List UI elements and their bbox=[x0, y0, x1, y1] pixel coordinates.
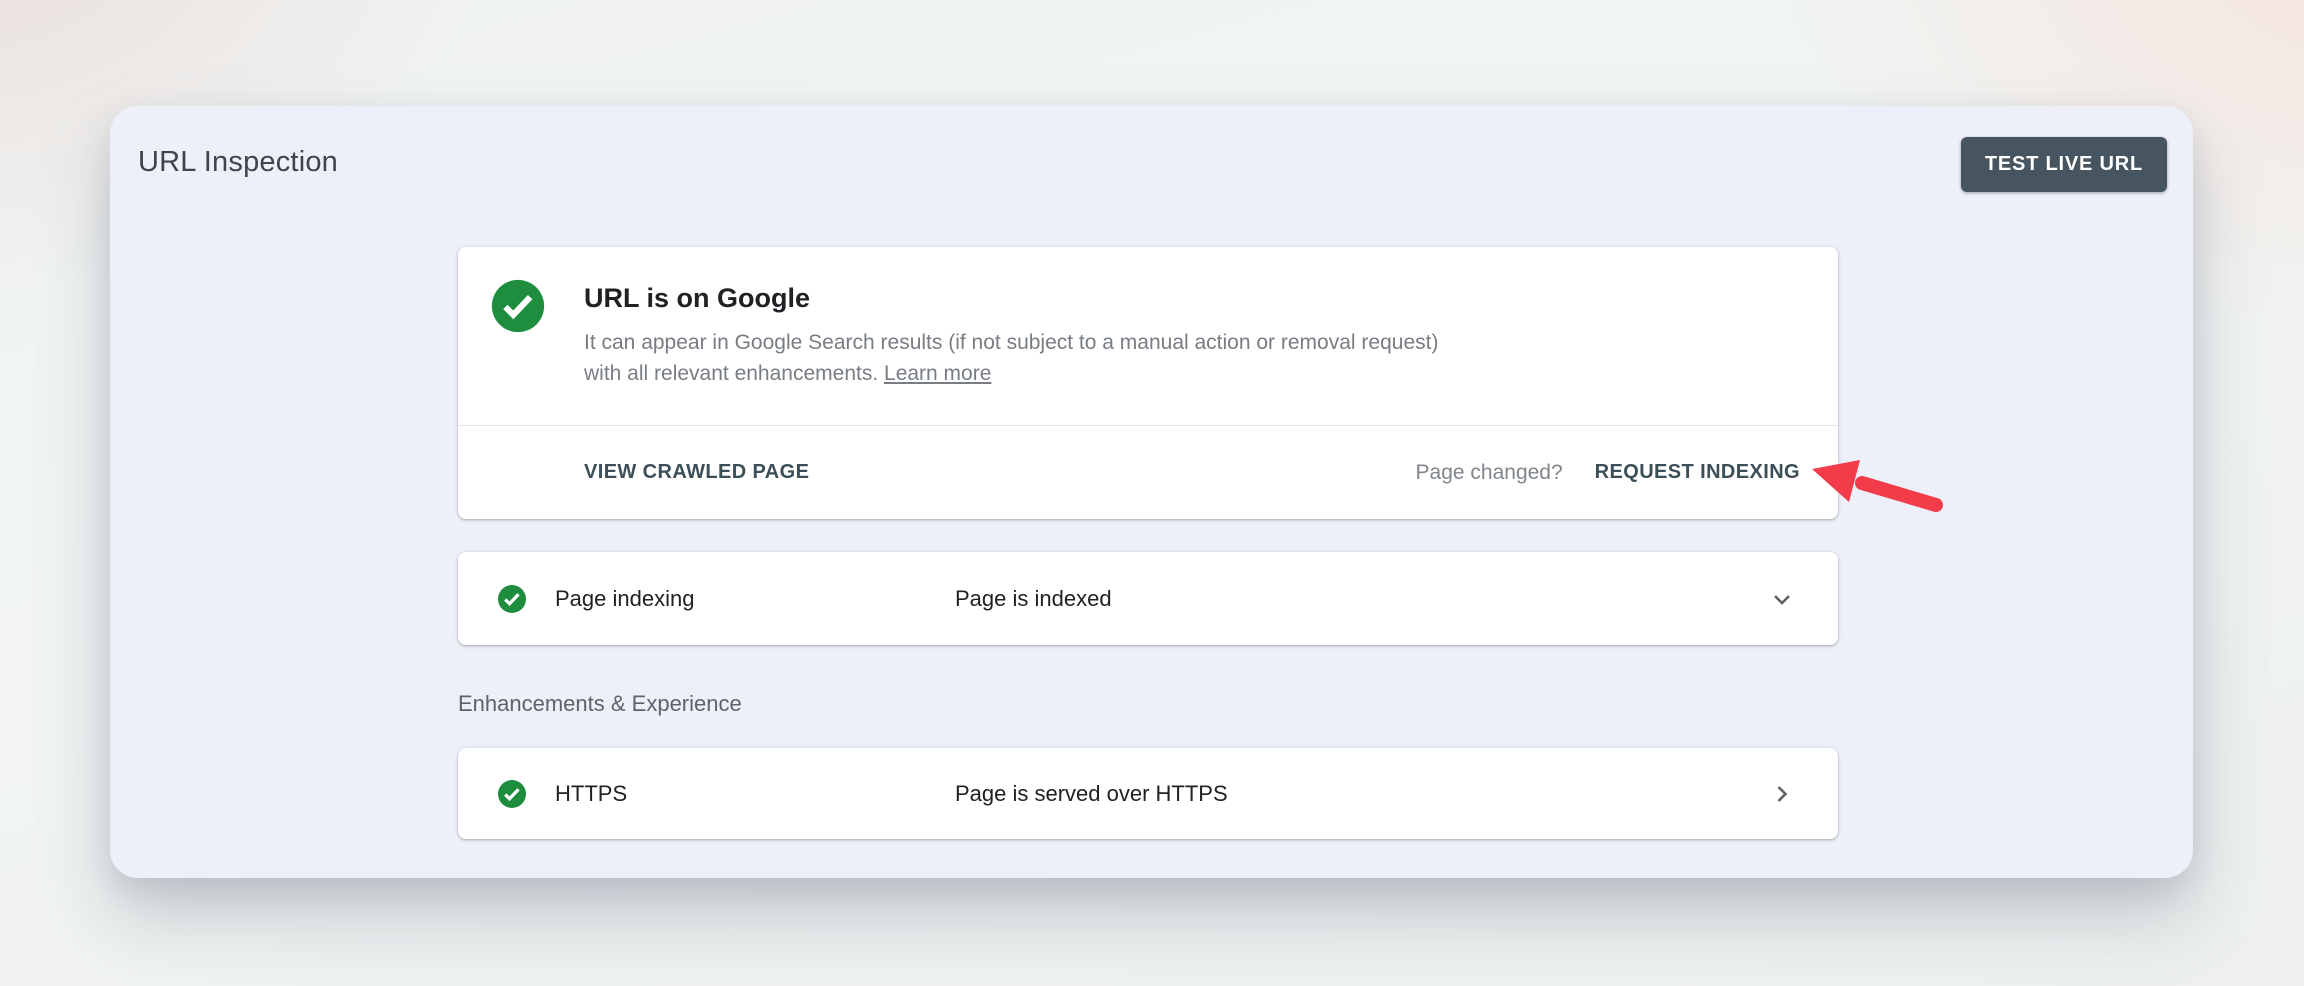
verdict-text: URL is on Google It can appear in Google… bbox=[584, 278, 1444, 425]
check-circle-icon bbox=[490, 278, 546, 334]
https-status: Page is served over HTTPS bbox=[955, 781, 1768, 807]
page-indexing-status: Page is indexed bbox=[955, 586, 1768, 612]
view-crawled-page-button[interactable]: VIEW CRAWLED PAGE bbox=[584, 461, 809, 484]
page-changed-label: Page changed? bbox=[1416, 461, 1563, 485]
verdict-description-text: It can appear in Google Search results (… bbox=[584, 331, 1438, 385]
request-indexing-button[interactable]: REQUEST INDEXING bbox=[1595, 461, 1800, 484]
page-indexing-label: Page indexing bbox=[555, 586, 955, 612]
check-circle-icon bbox=[497, 779, 527, 809]
chevron-right-icon[interactable] bbox=[1768, 780, 1796, 808]
https-row[interactable]: HTTPS Page is served over HTTPS bbox=[458, 748, 1838, 839]
learn-more-link[interactable]: Learn more bbox=[884, 362, 991, 385]
inspection-content: URL is on Google It can appear in Google… bbox=[458, 247, 1838, 839]
check-circle-icon bbox=[497, 584, 527, 614]
verdict-main: URL is on Google It can appear in Google… bbox=[458, 247, 1838, 426]
test-live-url-button[interactable]: TEST LIVE URL bbox=[1961, 137, 2167, 192]
verdict-actions: VIEW CRAWLED PAGE Page changed? REQUEST … bbox=[458, 426, 1838, 519]
url-inspection-panel: URL Inspection TEST LIVE URL URL is on G… bbox=[110, 106, 2193, 878]
reindex-actions: Page changed? REQUEST INDEXING bbox=[1416, 461, 1800, 485]
enhancements-section-header: Enhancements & Experience bbox=[458, 691, 1838, 717]
chevron-down-icon[interactable] bbox=[1768, 585, 1796, 613]
https-label: HTTPS bbox=[555, 781, 955, 807]
page-indexing-row[interactable]: Page indexing Page is indexed bbox=[458, 552, 1838, 645]
url-inspection-screen: URL Inspection TEST LIVE URL URL is on G… bbox=[0, 0, 2304, 986]
verdict-description: It can appear in Google Search results (… bbox=[584, 327, 1444, 389]
verdict-title: URL is on Google bbox=[584, 283, 1444, 314]
page-title: URL Inspection bbox=[138, 146, 338, 179]
verdict-card: URL is on Google It can appear in Google… bbox=[458, 247, 1838, 519]
